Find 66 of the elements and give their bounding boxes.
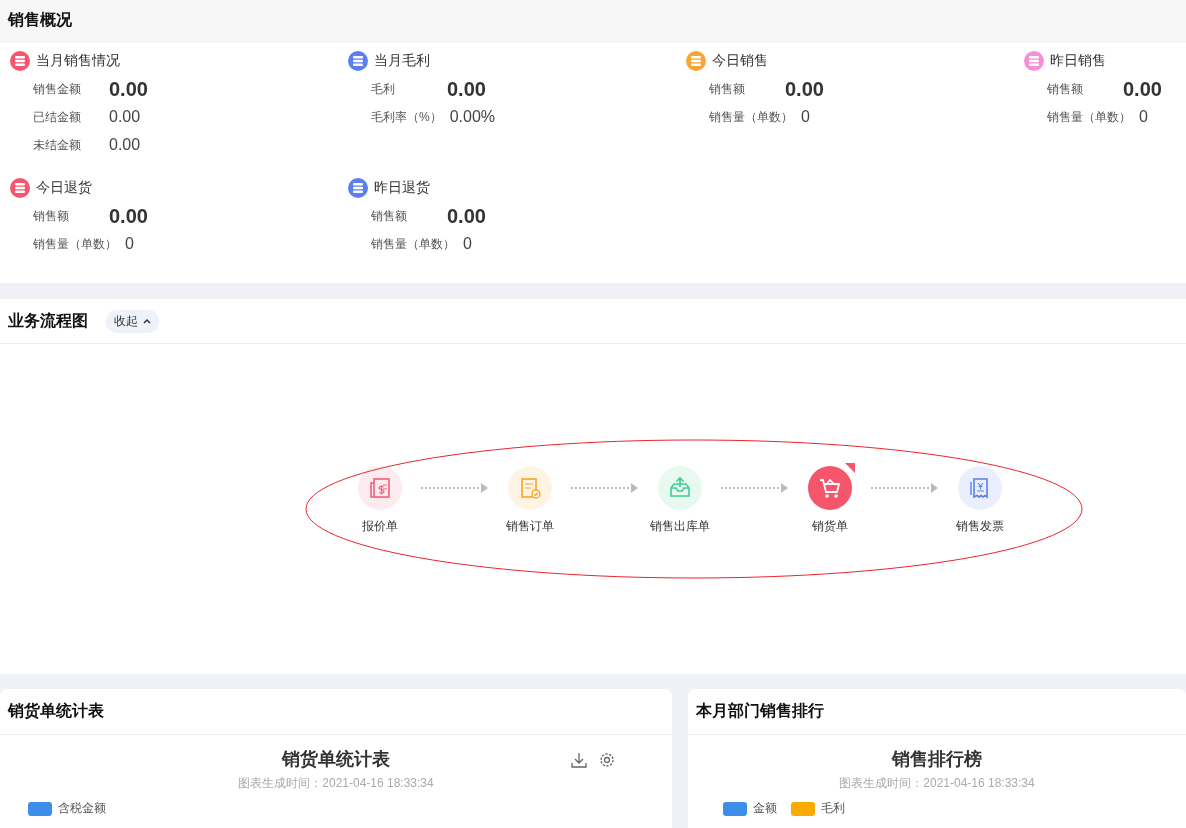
card-title: 销货单统计表 [8, 701, 104, 722]
stat-value: 0.00 [785, 77, 824, 101]
arrow-icon [721, 482, 789, 494]
chart-title: 销货单统计表 [282, 748, 390, 771]
collapse-button[interactable]: 收起 [106, 309, 159, 333]
order-step-button[interactable] [508, 466, 552, 510]
chart-title: 销售排行榜 [892, 748, 982, 771]
download-icon[interactable] [570, 751, 588, 769]
legend-label: 含税金额 [58, 800, 106, 817]
stat-label: 毛利 [371, 80, 396, 98]
arrow-icon [421, 482, 489, 494]
stat-value: 0.00 [109, 136, 141, 154]
arrow-icon [871, 482, 939, 494]
stat-value: 0.00 [109, 108, 141, 126]
settings-icon[interactable] [598, 751, 616, 769]
stat-value: 0.00 [447, 77, 486, 101]
chart-timestamp: 图表生成时间：2021-04-16 18:33:34 [238, 775, 434, 792]
card-title: 本月部门销售排行 [696, 701, 824, 721]
tray-upload-icon [668, 476, 692, 500]
chart-timestamp: 图表生成时间：2021-04-16 18:33:34 [839, 775, 1035, 792]
stat-value: 0.00% [449, 108, 496, 126]
stat-title: 昨日退货 [374, 179, 430, 197]
stat-title: 今日销售 [712, 52, 768, 70]
stat-label: 销售额 [1047, 80, 1084, 98]
document-dollar-icon [368, 476, 392, 500]
order-document-icon [518, 476, 542, 500]
invoice-step-button[interactable] [958, 466, 1002, 510]
stat-label: 销售量（单数） [33, 235, 118, 253]
cart-step-button[interactable] [808, 466, 852, 510]
stat-label: 销售量（单数） [1047, 108, 1132, 126]
stat-title: 今日退货 [36, 179, 92, 197]
step-label: 销售发票 [956, 518, 1004, 535]
section-title: 业务流程图 [8, 310, 88, 331]
stat-title: 当月毛利 [374, 52, 430, 70]
arrow-icon [571, 482, 639, 494]
section-title: 销售概况 [8, 10, 72, 30]
cart-icon [818, 476, 842, 500]
quote-step-button[interactable] [358, 466, 402, 510]
stat-value: 0.00 [1123, 77, 1162, 101]
step-label: 销售出库单 [650, 518, 710, 535]
stat-value: 0 [801, 108, 810, 126]
stat-label: 销售量（单数） [371, 235, 456, 253]
step-label: 销货单 [812, 518, 848, 535]
stat-label: 销售额 [371, 207, 408, 225]
stat-value: 0.00 [109, 204, 148, 228]
stat-label: 未结金额 [33, 136, 82, 154]
stat-value: 0 [463, 235, 472, 253]
step-label: 报价单 [362, 518, 398, 535]
stat-title: 当月销售情况 [36, 52, 120, 70]
stat-label: 销售额 [33, 207, 70, 225]
step-label: 销售订单 [506, 518, 554, 535]
stat-label: 毛利率（%） [371, 108, 443, 126]
stat-title: 昨日销售 [1050, 52, 1106, 70]
legend-label: 毛利 [821, 800, 845, 817]
stat-value: 0 [125, 235, 134, 253]
stat-value: 0.00 [109, 77, 148, 101]
stat-value: 0.00 [447, 204, 486, 228]
legend-label: 金额 [753, 800, 777, 817]
stat-label: 销售量（单数） [709, 108, 794, 126]
corner-flag-icon [845, 463, 855, 473]
stat-label: 销售额 [709, 80, 746, 98]
outbound-step-button[interactable] [658, 466, 702, 510]
stat-label: 已结金额 [33, 108, 82, 126]
stat-value: 0 [1139, 108, 1148, 126]
stat-label: 销售金额 [33, 80, 82, 98]
caret-icon [143, 318, 151, 324]
